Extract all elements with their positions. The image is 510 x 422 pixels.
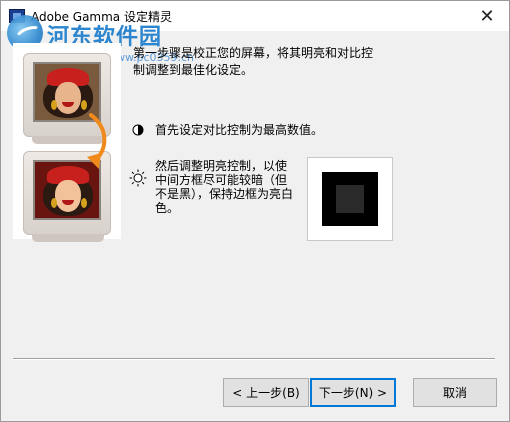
brightness-target-pattern: [307, 157, 393, 241]
step1-instruction: 第一步骤是校正您的屏幕，将其明亮和对比控制调整到最佳化设定。: [133, 46, 374, 77]
illustration-panel: [13, 43, 121, 242]
adobe-gamma-wizard-window: Adobe Gamma 设定精灵 ✕ 河东软件园 www.pc0359.cn 第…: [0, 0, 510, 422]
close-button[interactable]: ✕: [465, 1, 509, 31]
target-inner-square: [336, 185, 364, 213]
back-button[interactable]: < 上一步(B): [223, 378, 309, 407]
curved-arrow-icon: [87, 113, 107, 169]
cancel-button[interactable]: 取消: [413, 378, 497, 407]
window-title: Adobe Gamma 设定精灵: [31, 10, 172, 24]
contrast-icon: [132, 124, 144, 136]
app-icon: [9, 9, 25, 23]
title-bar: Adobe Gamma 设定精灵 ✕: [1, 1, 509, 31]
target-outer-square: [322, 172, 378, 226]
contrast-instruction: 首先设定对比控制为最高数值。: [155, 123, 324, 137]
brightness-icon: [129, 169, 147, 187]
separator-line: [13, 358, 495, 360]
next-button[interactable]: 下一步(N) >: [310, 378, 396, 407]
brightness-instruction: 然后调整明亮控制，以使中间方框尽可能较暗（但不是黑），保持边框为亮白色。: [155, 159, 294, 215]
